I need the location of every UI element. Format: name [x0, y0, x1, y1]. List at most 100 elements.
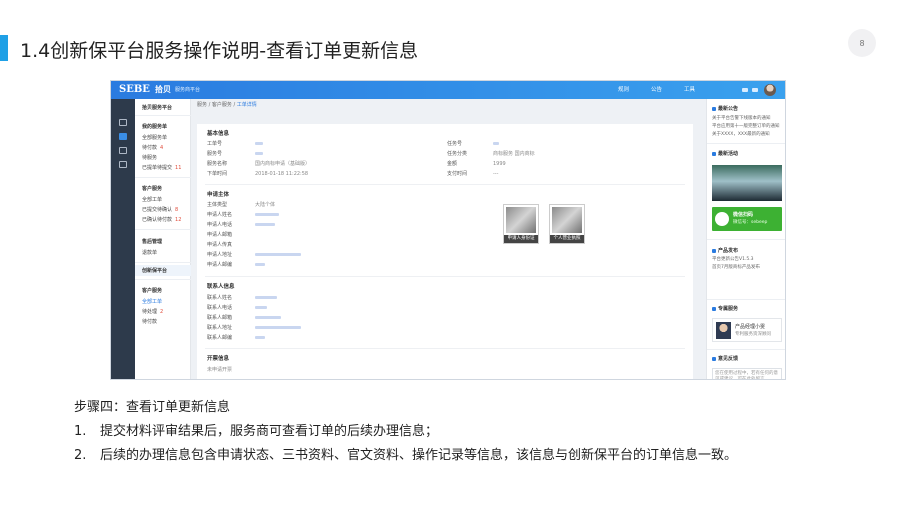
divider [135, 177, 191, 178]
divider [205, 348, 685, 349]
advisor-name: 产品经理小雯 [735, 324, 766, 330]
notice-item[interactable]: 关于平台告警下线版本的通知 [712, 116, 771, 121]
side-navigation: 拾贝服务平台 我的服务单 全部服务单 待付款 4 待服务 已提单待提交 11 客户服… [135, 99, 191, 379]
redacted-value [255, 223, 275, 226]
home-icon[interactable] [119, 119, 127, 126]
sidebar-group-customer-service-2: 客户服务 [142, 288, 163, 294]
business-license-image [552, 207, 582, 233]
orders-icon[interactable] [119, 133, 127, 140]
id-card-photo[interactable]: 申请人身份证 [503, 204, 539, 244]
divider [135, 115, 191, 116]
nav-rules[interactable]: 规则 [618, 87, 629, 94]
wechat-card[interactable]: 微信扫码 微信号：sebeep [712, 207, 782, 231]
field-label: 联系人邮箱 [207, 315, 233, 321]
divider [205, 276, 685, 277]
field-label: 任务分类 [447, 151, 468, 157]
settings-icon[interactable] [752, 88, 758, 92]
message-icon[interactable] [742, 88, 748, 92]
field-label: 联系人姓名 [207, 295, 233, 301]
business-license-photo[interactable]: 个人营业执照 [549, 204, 585, 244]
sidebar-item-to-process[interactable]: 待处理 2 [142, 309, 163, 315]
note-item: 2. 后续的办理信息包含申请状态、三书资料、官文资料、操作记录等信息，该信息与创新… [74, 448, 738, 463]
sidebar-item-all-tickets-active[interactable]: 全部工单 [142, 299, 162, 305]
advisor-card[interactable]: 产品经理小雯 专利服务资深顾问 [712, 318, 782, 342]
sidebar-item-all-tickets[interactable]: 全部工单 [142, 197, 162, 203]
field-label: 申请人地址 [207, 252, 233, 258]
release-item[interactable]: 平台更新公告V1.5.3 [712, 257, 754, 262]
sidebar-item-to-confirm[interactable]: 已提交待确认 8 [142, 207, 178, 213]
field-label: 金额 [447, 161, 458, 167]
sidebar-item-refunds[interactable]: 退款单 [142, 250, 157, 256]
feedback-input[interactable]: 您在使用过程中，若有任何的意见或建议，可在此处留言 [712, 368, 782, 379]
photo-caption: 申请人身份证 [504, 235, 538, 243]
field-value: 2018-01-18 11:22:58 [255, 171, 309, 177]
feedback-icon [712, 356, 716, 361]
field-label: 服务名称 [207, 161, 228, 167]
wechat-icon [715, 212, 729, 226]
divider [135, 262, 191, 263]
advisor-icon [712, 306, 716, 311]
divider [707, 143, 785, 144]
breadcrumb: 服务 / 客户服务 / 工单详情 [197, 102, 257, 108]
sidebar-group-after-sales: 售后管理 [142, 239, 163, 245]
contact-title: 联系人信息 [207, 284, 235, 290]
field-value: --- [493, 171, 499, 177]
advisor-role: 专利服务资深顾问 [735, 332, 771, 337]
notice-item[interactable]: 关于XXXX，XXX最新的通知 [712, 132, 770, 137]
field-value: 大陆个体 [255, 202, 276, 208]
breadcrumb-item[interactable]: 服务 [197, 102, 207, 108]
service-icon[interactable] [119, 147, 127, 154]
activity-banner-image[interactable] [712, 165, 782, 201]
divider [707, 349, 785, 350]
sidebar-item-to-pay[interactable]: 待付款 [142, 319, 157, 325]
wechat-title: 微信扫码 [733, 212, 754, 218]
sidebar-group-innovation[interactable]: 创新保平台 [142, 268, 167, 274]
nav-notices[interactable]: 公告 [651, 87, 662, 94]
field-label: 联系人电话 [207, 305, 233, 311]
field-label: 工单号 [207, 141, 223, 147]
invoice-value: 未申请开票 [207, 367, 233, 373]
slide-title: 1.4创新保平台服务操作说明-查看订单更新信息 [20, 40, 419, 62]
sidebar-group-my-orders: 我的服务单 [142, 124, 168, 130]
note-item: 1. 提交材料评审结果后，服务商可查看订单的后续办理信息； [74, 424, 439, 439]
field-label: 任务号 [447, 141, 463, 147]
sidebar-group-customer-service: 客户服务 [142, 186, 163, 192]
sidebar-item-pending-payment[interactable]: 待付款 4 [142, 145, 163, 151]
id-card-image [506, 207, 536, 233]
redacted-value [255, 142, 263, 145]
right-panel: 最新公告 关于平台告警下线版本的通知 平台应用第十一版完整订单的通知 关于XXX… [706, 99, 785, 379]
redacted-value [255, 306, 267, 309]
user-avatar[interactable] [764, 84, 776, 96]
redacted-value [255, 296, 277, 299]
app-screenshot: SEBE 拾贝 服务商平台 规则 公告 工具 拾贝服务平台 我的服务单 全部服务… [110, 80, 786, 380]
notice-item[interactable]: 平台应用第十一版完整订单的通知 [712, 124, 780, 129]
field-label: 联系人地址 [207, 325, 233, 331]
field-label: 下单时间 [207, 171, 228, 177]
field-value: 1999 [493, 161, 506, 167]
sidebar-item-pending-service[interactable]: 待服务 [142, 155, 157, 161]
field-label: 支付时间 [447, 171, 468, 177]
divider [135, 229, 191, 230]
sidebar-item-all-orders[interactable]: 全部服务单 [142, 135, 167, 141]
redacted-value [255, 213, 279, 216]
wechat-id: 微信号：sebeep [733, 220, 768, 225]
notice-icon [712, 106, 716, 111]
redacted-value [255, 263, 265, 266]
app-logo[interactable]: SEBE [119, 84, 150, 96]
sidebar-item-confirmed[interactable]: 已确认待付款 12 [142, 217, 181, 223]
redacted-value [493, 142, 499, 145]
settings-icon[interactable] [119, 161, 127, 168]
title-accent-bar [0, 35, 8, 61]
nav-tools[interactable]: 工具 [684, 87, 695, 94]
release-item[interactable]: 首页7月版商标产品发布 [712, 265, 760, 270]
photo-caption: 个人营业执照 [550, 235, 584, 243]
divider [707, 299, 785, 300]
order-detail-panel: 基本信息 工单号 服务号 服务名称 下单时间 国内商标申请（基础版） 2018-… [197, 124, 693, 379]
breadcrumb-item[interactable]: 客户服务 [212, 102, 232, 108]
field-label: 服务号 [207, 151, 223, 157]
release-icon [712, 248, 716, 253]
activity-title: 最新活动 [712, 151, 738, 157]
field-label: 申请人电话 [207, 222, 233, 228]
sidebar-item-submitted[interactable]: 已提单待提交 11 [142, 165, 181, 171]
app-logo-cn[interactable]: 拾贝 [155, 85, 171, 95]
